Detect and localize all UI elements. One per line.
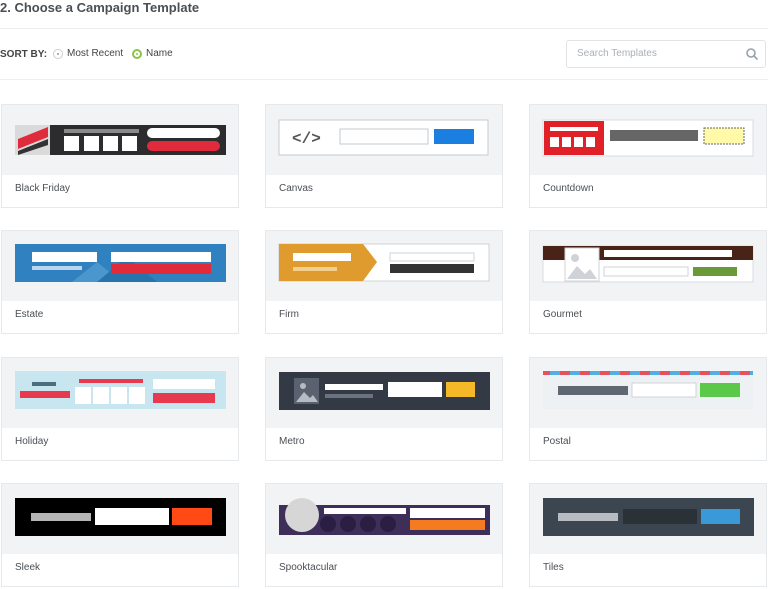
radio-selected-icon xyxy=(132,48,142,59)
template-name: Sleek xyxy=(15,562,41,573)
sort-name-radio[interactable]: Name xyxy=(132,48,173,59)
template-name: Postal xyxy=(543,436,571,447)
template-preview xyxy=(266,231,502,301)
page-title: 2. Choose a Campaign Template xyxy=(0,0,200,15)
template-name: Holiday xyxy=(15,436,49,447)
canvas-preview-graphic: </> xyxy=(278,119,489,156)
template-preview xyxy=(266,484,502,554)
template-name: Metro xyxy=(279,436,305,447)
search-icon[interactable] xyxy=(745,47,759,61)
firm-preview-graphic xyxy=(278,243,490,282)
sort-divider xyxy=(0,79,768,80)
template-card-countdown[interactable]: Countdown xyxy=(529,104,767,208)
template-preview: </> xyxy=(266,105,502,175)
template-card-tiles[interactable]: Tiles xyxy=(529,483,767,587)
sort-most-recent-label: Most Recent xyxy=(67,48,124,59)
template-name: Estate xyxy=(15,309,44,320)
template-name: Tiles xyxy=(543,562,564,573)
template-name: Countdown xyxy=(543,183,594,194)
template-card-sleek[interactable]: Sleek xyxy=(1,483,239,587)
svg-text:</>: </> xyxy=(292,130,321,148)
template-card-black-friday[interactable]: Black Friday xyxy=(1,104,239,208)
template-card-gourmet[interactable]: Gourmet xyxy=(529,230,767,334)
postal-preview-graphic xyxy=(543,371,753,409)
template-card-holiday[interactable]: Holiday xyxy=(1,357,239,461)
spooktacular-preview-graphic xyxy=(279,498,490,535)
sort-by-label: SORT BY: xyxy=(0,49,48,60)
template-name: Canvas xyxy=(279,183,313,194)
template-name: Black Friday xyxy=(15,183,71,194)
radio-unselected-icon xyxy=(53,48,63,59)
template-preview xyxy=(530,231,766,301)
template-preview xyxy=(2,358,238,428)
metro-preview-graphic xyxy=(279,372,490,410)
sort-name-label: Name xyxy=(146,48,173,59)
template-name: Spooktacular xyxy=(279,562,338,573)
sleek-preview-graphic xyxy=(15,498,226,536)
template-card-metro[interactable]: Metro xyxy=(265,357,503,461)
template-name: Gourmet xyxy=(543,309,582,320)
template-preview xyxy=(2,484,238,554)
template-name: Firm xyxy=(279,309,299,320)
template-card-estate[interactable]: Estate xyxy=(1,230,239,334)
search-input[interactable] xyxy=(577,48,737,59)
holiday-preview-graphic xyxy=(15,371,226,409)
tiles-preview-graphic xyxy=(543,498,754,536)
template-preview xyxy=(266,358,502,428)
template-preview xyxy=(2,105,238,175)
gourmet-preview-graphic xyxy=(542,245,754,283)
template-preview xyxy=(530,358,766,428)
template-preview xyxy=(2,231,238,301)
template-card-firm[interactable]: Firm xyxy=(265,230,503,334)
estate-preview-graphic xyxy=(15,244,226,282)
search-box xyxy=(566,40,766,68)
template-preview xyxy=(530,105,766,175)
template-card-postal[interactable]: Postal xyxy=(529,357,767,461)
black-friday-preview-graphic xyxy=(15,125,226,155)
countdown-preview-graphic xyxy=(542,119,754,157)
template-card-spooktacular[interactable]: Spooktacular xyxy=(265,483,503,587)
top-divider xyxy=(0,28,768,29)
template-card-canvas[interactable]: </> Canvas xyxy=(265,104,503,208)
sort-most-recent-radio[interactable]: Most Recent xyxy=(53,48,123,59)
template-preview xyxy=(530,484,766,554)
